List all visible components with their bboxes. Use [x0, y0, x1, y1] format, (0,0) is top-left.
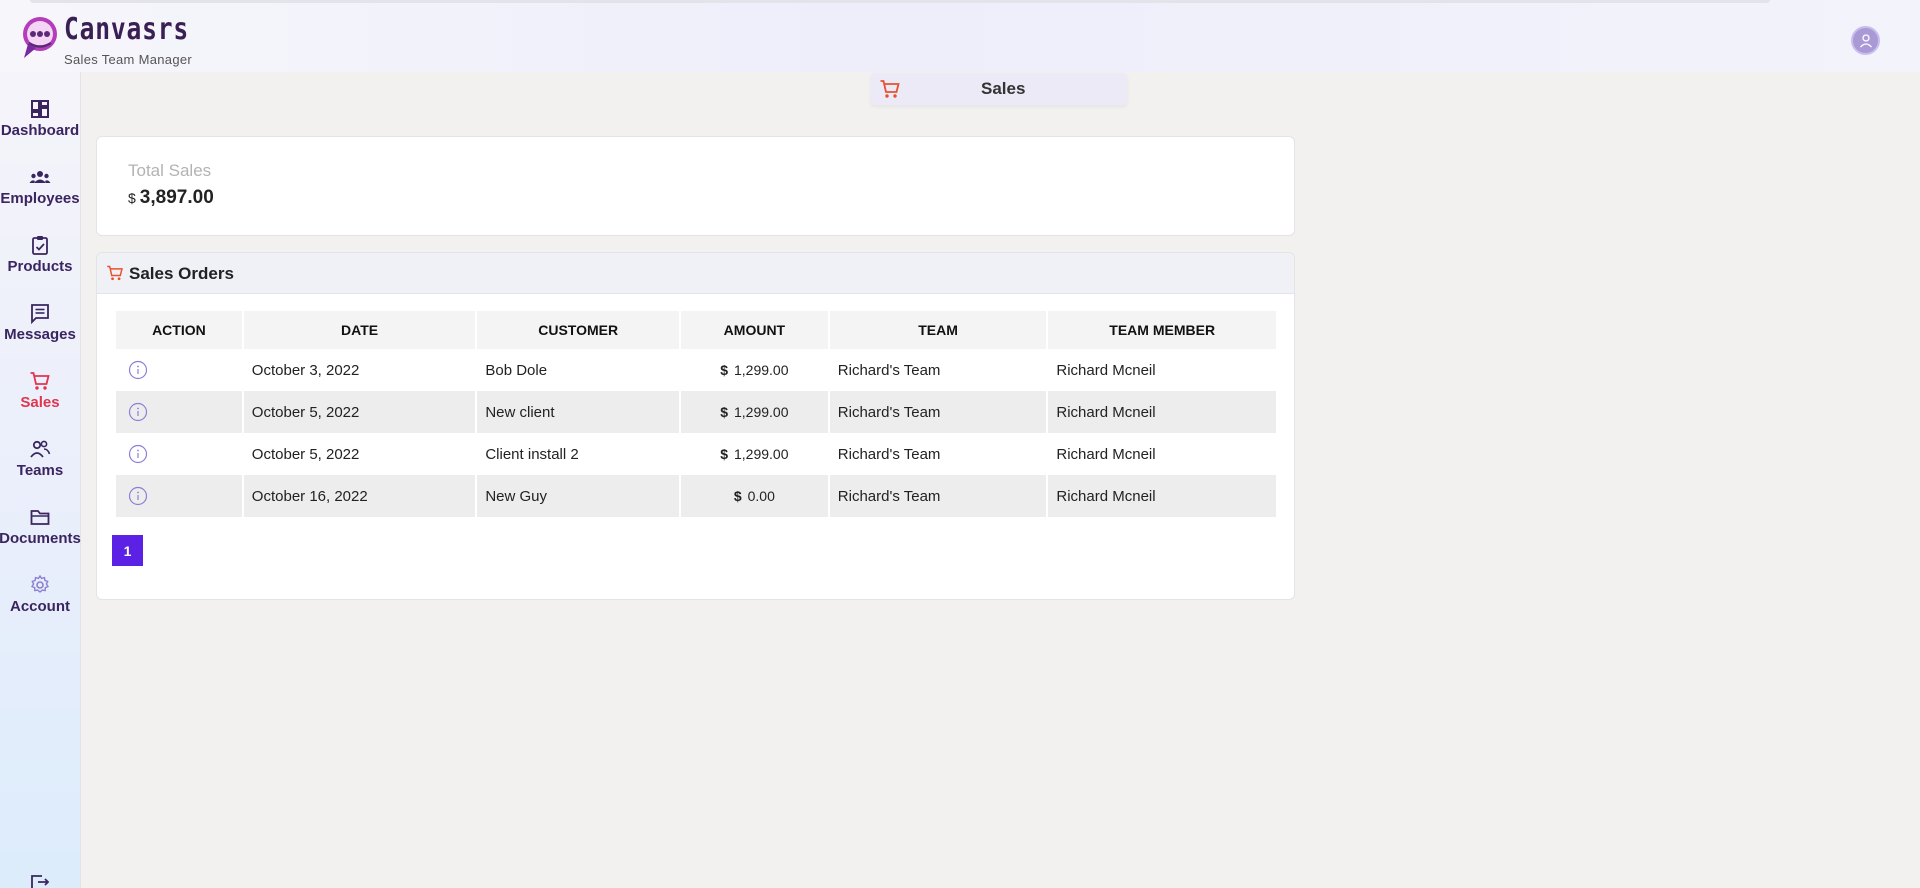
info-icon[interactable] — [128, 360, 148, 380]
action-cell — [116, 349, 242, 391]
user-avatar[interactable] — [1851, 26, 1880, 55]
sidebar-item-label: Employees — [0, 190, 80, 207]
employees-icon — [29, 171, 51, 183]
amount-cell: $ 1,299.00 — [681, 433, 828, 475]
sidebar-item-label: Account — [10, 598, 70, 615]
action-cell — [116, 475, 242, 517]
amount-value: 1,299.00 — [733, 362, 789, 378]
team-member-cell: Richard Mcneil — [1048, 391, 1276, 433]
sales-orders-header: Sales Orders — [97, 253, 1294, 294]
top-header: Canvasrs Sales Team Manager — [0, 0, 1920, 72]
info-icon[interactable] — [128, 444, 148, 464]
sidebar-item-label: Teams — [16, 462, 64, 479]
amount-cell: $ 1,299.00 — [681, 391, 828, 433]
column-header-action[interactable]: ACTION — [116, 311, 242, 349]
currency-symbol: $ — [720, 404, 729, 420]
column-header-team[interactable]: TEAM — [829, 311, 1047, 349]
sales-orders-title: Sales Orders — [129, 264, 234, 283]
team-cell: Richard's Team — [829, 475, 1047, 517]
cart-icon — [880, 80, 900, 98]
team-cell: Richard's Team — [837, 361, 941, 379]
message-icon — [31, 304, 49, 324]
team-member-cell: Richard Mcneil — [1048, 475, 1276, 517]
page-title: Sales — [981, 79, 1026, 98]
team-cell: Richard's Team — [837, 445, 941, 463]
column-header-date[interactable]: DATE — [243, 311, 476, 349]
sidebar-item-messages[interactable]: Messages — [0, 288, 80, 348]
action-cell — [116, 433, 242, 475]
currency-symbol: $ — [720, 362, 729, 378]
sidebar: Dashboard Employees Products Messages Sa… — [0, 72, 81, 888]
amount-cell: $ 0.00 — [681, 475, 828, 517]
currency-symbol: $ — [733, 488, 742, 504]
amount-value: 0.00 — [747, 488, 775, 504]
total-amount: 3,897.00 — [139, 187, 214, 208]
date-cell: October 3, 2022 — [251, 361, 360, 379]
sidebar-item-sales[interactable]: Sales — [0, 356, 80, 416]
total-sales-card: Total Sales $3,897.00 — [96, 136, 1295, 236]
user-icon — [1859, 33, 1872, 47]
brand-name: Canvasrs — [64, 12, 190, 47]
header-top-line — [30, 0, 1770, 3]
logout-icon[interactable] — [29, 874, 51, 888]
dashboard-icon — [31, 100, 49, 118]
team-member-cell: Richard Mcneil — [1056, 361, 1156, 379]
brand-subtitle: Sales Team Manager — [64, 52, 193, 67]
sidebar-item-documents[interactable]: Documents — [0, 492, 81, 552]
customer-cell: New Guy — [477, 475, 679, 517]
sidebar-item-account[interactable]: Account — [0, 560, 80, 620]
total-sales-value: $3,897.00 — [128, 187, 214, 209]
cart-icon — [30, 372, 50, 390]
table-header-row: ACTION DATE CUSTOMER AMOUNT TEAM TEAM ME… — [116, 311, 1276, 349]
date-cell: October 5, 2022 — [243, 391, 476, 433]
customer-cell: Client install 2 — [485, 445, 579, 463]
sidebar-item-label: Dashboard — [0, 122, 80, 139]
sales-orders-card: Sales Orders ACTION DATE CUSTOMER AMOUNT… — [96, 252, 1295, 600]
sidebar-item-label: Sales — [20, 394, 60, 411]
sidebar-item-dashboard[interactable]: Dashboard — [0, 84, 80, 144]
sidebar-item-label: Documents — [0, 530, 81, 547]
logo-icon — [23, 17, 57, 58]
page-title-bar: Sales — [871, 73, 1127, 105]
sidebar-item-label: Messages — [4, 326, 76, 343]
date-cell: October 16, 2022 — [243, 475, 476, 517]
currency-symbol: $ — [128, 190, 136, 206]
clipboard-check-icon — [32, 236, 48, 255]
column-header-amount[interactable]: AMOUNT — [681, 311, 828, 349]
team-cell: Richard's Team — [829, 391, 1047, 433]
table-row: October 5, 2022 New client $ 1,299.00 Ri… — [116, 391, 1276, 433]
info-icon[interactable] — [128, 486, 148, 506]
sidebar-item-label: Products — [7, 258, 73, 275]
column-header-team-member[interactable]: TEAM MEMBER — [1048, 311, 1276, 349]
total-sales-label: Total Sales — [128, 161, 212, 180]
pagination-page-button[interactable]: 1 — [112, 535, 143, 566]
action-cell — [116, 391, 242, 433]
sidebar-item-employees[interactable]: Employees — [0, 152, 80, 212]
table-row: October 3, 2022 Bob Dole $ 1,299.00 Rich… — [116, 349, 1276, 391]
sales-orders-table: ACTION DATE CUSTOMER AMOUNT TEAM TEAM ME… — [114, 311, 1278, 517]
table-row: October 5, 2022 Client install 2 $ 1,299… — [116, 433, 1276, 475]
customer-cell: Bob Dole — [485, 361, 548, 379]
amount-value: 1,299.00 — [733, 404, 789, 420]
customer-cell: New client — [477, 391, 679, 433]
folder-icon — [30, 510, 50, 525]
amount-cell: $ 1,299.00 — [681, 349, 828, 391]
sidebar-item-teams[interactable]: Teams — [0, 424, 80, 484]
users-icon — [30, 440, 51, 458]
date-cell: October 5, 2022 — [251, 445, 360, 463]
sidebar-item-products[interactable]: Products — [0, 220, 80, 280]
cart-icon — [107, 265, 123, 281]
amount-value: 1,299.00 — [733, 446, 789, 462]
info-icon[interactable] — [128, 402, 148, 422]
team-member-cell: Richard Mcneil — [1056, 445, 1156, 463]
currency-symbol: $ — [720, 446, 729, 462]
table-row: October 16, 2022 New Guy $ 0.00 Richard'… — [116, 475, 1276, 517]
gear-icon — [30, 574, 50, 593]
column-header-customer[interactable]: CUSTOMER — [477, 311, 679, 349]
